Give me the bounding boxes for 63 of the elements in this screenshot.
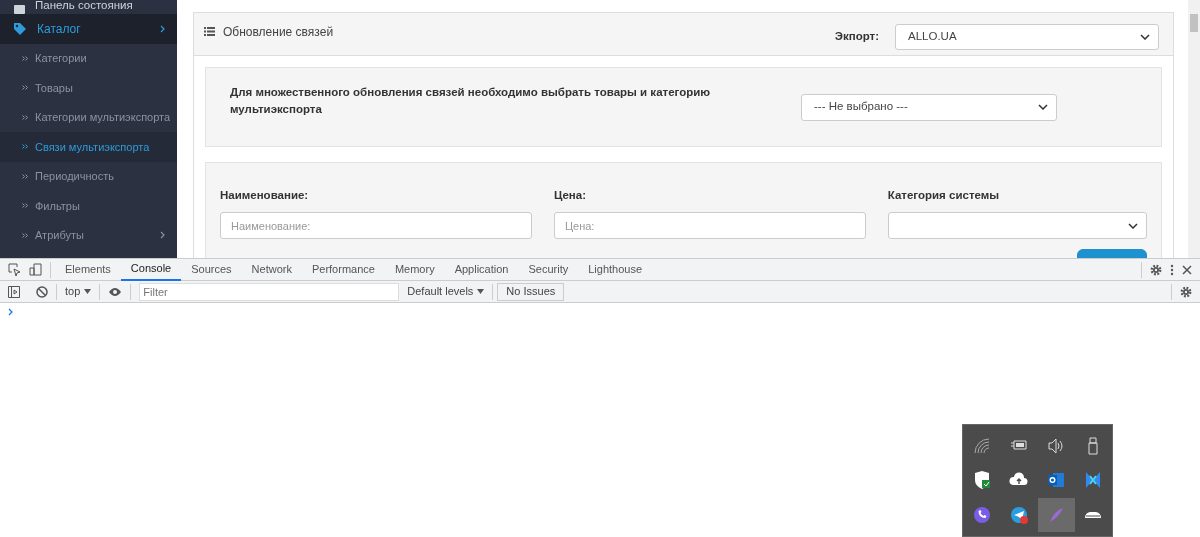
devtools-tab[interactable]: Memory <box>384 258 445 281</box>
paper-plane-icon[interactable] <box>1008 504 1029 525</box>
list-icon <box>204 27 215 36</box>
settings-icon[interactable] <box>1180 285 1192 298</box>
sidebar-item[interactable]: Категории <box>0 43 177 73</box>
sidebar-item[interactable]: Категории мультиэкспорта <box>0 102 177 132</box>
devtools-tab[interactable]: Application <box>444 258 519 281</box>
sidebar-item[interactable]: Панель состояния <box>0 0 177 14</box>
context-selector[interactable]: top <box>65 283 81 300</box>
sidebar-item[interactable]: Периодичность <box>0 161 177 191</box>
double-chevron-icon <box>22 232 28 238</box>
field-label: Цена: <box>553 188 587 203</box>
chevron-icon <box>160 231 165 240</box>
chevron-down-icon <box>1038 104 1048 110</box>
device-icon[interactable] <box>29 263 42 276</box>
chevron-down-icon <box>1128 222 1138 229</box>
sidebar-item[interactable]: Товары <box>0 73 177 103</box>
double-chevron-icon <box>22 114 28 120</box>
eye-icon[interactable] <box>108 286 123 297</box>
input-field[interactable]: Наименование: <box>220 212 532 240</box>
bulk-update-text: Для множественного обновления связей необходимо выбрать товары и категорию мультиэкспорта <box>230 84 712 117</box>
filter-input[interactable]: Filter <box>139 282 400 301</box>
dashboard-icon <box>14 5 25 14</box>
select-field[interactable] <box>887 212 1147 240</box>
double-chevron-icon <box>22 203 28 209</box>
double-chevron-icon <box>22 144 28 150</box>
more-icon[interactable] <box>1170 263 1174 276</box>
chevron-icon <box>160 24 165 33</box>
export-label: Экпорт: <box>834 29 879 45</box>
devtools-tab[interactable]: Lighthouse <box>578 258 653 281</box>
double-chevron-icon <box>22 55 28 61</box>
inspect-icon[interactable] <box>8 263 21 276</box>
input-field[interactable]: Цена: <box>553 212 866 240</box>
log-levels-dropdown[interactable]: Default levels <box>407 283 474 300</box>
devtools-tab[interactable]: Performance <box>301 258 385 281</box>
issues-button[interactable]: No Issues <box>497 282 565 301</box>
settings-icon[interactable] <box>1150 263 1162 276</box>
devtools-tab[interactable]: Elements <box>55 258 121 281</box>
caret-icon <box>477 289 485 294</box>
sidebar-item[interactable]: Атрибуты <box>0 220 177 250</box>
sidebar-toggle-icon[interactable] <box>8 285 20 298</box>
clear-icon[interactable] <box>36 285 48 298</box>
chevron-down-icon <box>1140 34 1150 40</box>
devtools-tab[interactable]: Sources <box>181 258 242 281</box>
devtools-tab[interactable]: Network <box>241 258 302 281</box>
prompt-icon <box>8 308 13 316</box>
field-label: Категория системы <box>887 188 1001 203</box>
close-icon[interactable] <box>1182 264 1192 275</box>
devtools-tab[interactable]: Console <box>120 258 182 281</box>
devtools-tab[interactable]: Security <box>518 258 579 281</box>
panel-title: Обновление связей <box>223 24 334 41</box>
double-chevron-icon <box>22 173 28 179</box>
caret-icon <box>84 289 92 294</box>
tag-icon <box>14 22 27 35</box>
category-select[interactable]: --- Не выбрано --- <box>801 93 1057 121</box>
sidebar-item[interactable]: Фильтры <box>0 191 177 221</box>
sidebar-item[interactable]: Связи мультиэкспорта <box>0 132 177 162</box>
double-chevron-icon <box>22 85 28 91</box>
export-select[interactable]: ALLO.UA <box>895 24 1159 50</box>
phone-app-icon[interactable] <box>971 504 992 525</box>
field-label: Наименование: <box>220 188 310 203</box>
sidebar-item[interactable]: Каталог <box>0 14 177 44</box>
scrollbar[interactable] <box>1188 0 1200 258</box>
